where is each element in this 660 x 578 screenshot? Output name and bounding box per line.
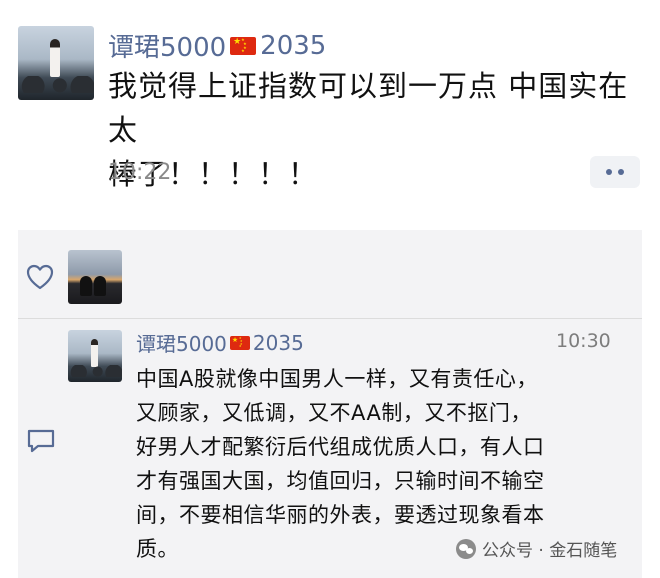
post-author-name[interactable]: 谭珺5000 ★ ★ ★ ★ ★ 2035 bbox=[108, 27, 326, 64]
wechat-logo-icon bbox=[456, 538, 476, 559]
commenter-name-suffix: 2035 bbox=[252, 330, 304, 355]
comment-time: 10:30 bbox=[556, 330, 611, 352]
commenter-name-prefix: 谭珺5000 bbox=[136, 332, 227, 356]
comment-icon bbox=[26, 428, 56, 454]
avatar-figure bbox=[94, 276, 106, 296]
post-text-line: 我觉得上证指数可以到一万点 中国实在太 bbox=[108, 69, 629, 147]
divider bbox=[18, 318, 642, 319]
post-time: 10:22 bbox=[108, 160, 172, 185]
comment-line: 中国A股就像中国男人一样，又有责任心， bbox=[136, 367, 538, 391]
like-avatar[interactable] bbox=[68, 250, 122, 304]
post-author-avatar[interactable] bbox=[18, 26, 94, 100]
post-author-name-suffix: 2035 bbox=[260, 30, 327, 61]
comment-line: 好男人才配繁衍后代组成优质人口，有人口 bbox=[136, 435, 545, 459]
heart-icon bbox=[26, 264, 54, 290]
china-flag-icon: ★ ★ ★ ★ ★ bbox=[230, 36, 257, 55]
avatar-rocks bbox=[68, 365, 122, 377]
avatar-figure bbox=[80, 276, 92, 296]
post-text-line: 棒了！！！！！ bbox=[108, 157, 319, 191]
avatar-rocks bbox=[18, 76, 94, 93]
comment-line: 间，不要相信华丽的外表，要透过现象看本 bbox=[136, 503, 545, 527]
watermark-text: 公众号 · 金石随笔 bbox=[482, 541, 618, 561]
avatar-figure bbox=[49, 39, 60, 78]
post-text: 我觉得上证指数可以到一万点 中国实在太 棒了！！！！！ bbox=[108, 64, 648, 196]
comment-line: 才有强国大国，均值回归，只输时间不输空 bbox=[136, 469, 545, 493]
more-dots-icon[interactable] bbox=[590, 156, 640, 188]
china-flag-icon: ★ ★ ★ ★ ★ bbox=[229, 335, 250, 350]
commenter-avatar[interactable] bbox=[68, 330, 122, 382]
post-author-name-prefix: 谭珺5000 bbox=[108, 33, 227, 63]
comment-line: 又顾家，又低调，又不AA制，又不抠门， bbox=[136, 401, 532, 425]
watermark: 公众号 · 金石随笔 bbox=[456, 536, 617, 561]
dot bbox=[618, 169, 624, 175]
commenter-name[interactable]: 谭珺5000 ★ ★ ★ ★ ★ 2035 bbox=[136, 328, 304, 357]
avatar-figure bbox=[90, 339, 98, 368]
dot bbox=[606, 169, 612, 175]
